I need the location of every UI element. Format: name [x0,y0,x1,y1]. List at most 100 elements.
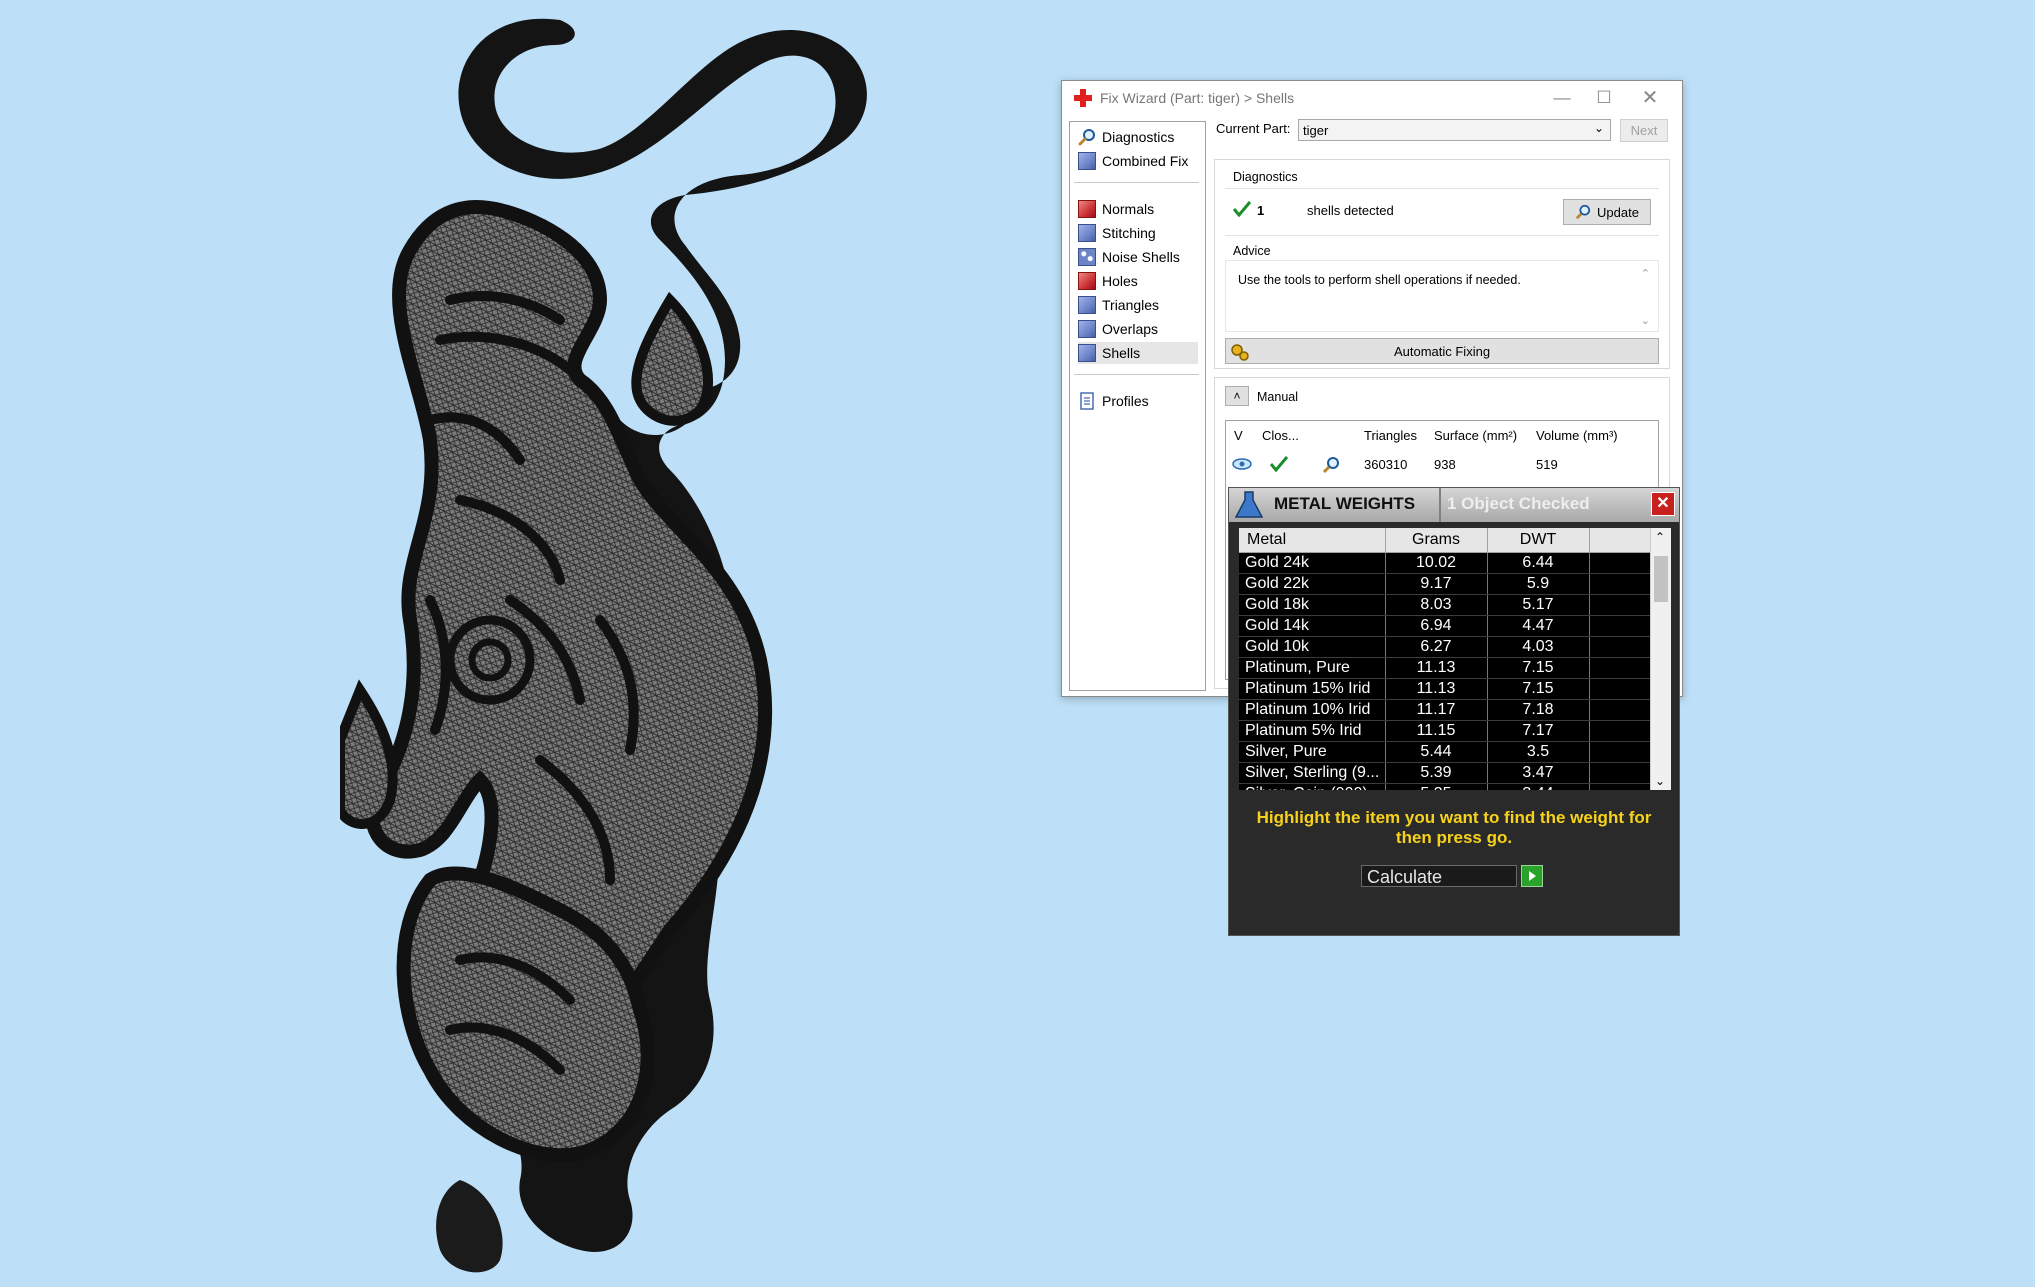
cell-grams: 6.27 [1385,636,1488,658]
sidebar-item-noise-shells[interactable]: Noise Shells [1078,246,1198,268]
cube-icon [1078,152,1096,170]
sidebar-item-combined-fix[interactable]: Combined Fix [1078,150,1198,172]
magnifier-icon[interactable] [1322,456,1340,474]
cell-metal: Silver, Pure [1239,741,1386,763]
cell-metal: Gold 14k [1239,615,1386,637]
cell-grams: 11.13 [1385,678,1488,700]
manual-title: Manual [1257,390,1298,404]
scrollbar-thumb[interactable] [1654,556,1668,602]
stitching-icon [1078,224,1096,242]
column-header-dwt[interactable]: DWT [1487,528,1590,553]
scroll-down-icon[interactable]: ⌄ [1655,774,1665,788]
sidebar-item-profiles[interactable]: Profiles [1078,390,1198,412]
table-row[interactable]: Platinum 10% Irid 11.17 7.18 [1239,699,1652,721]
table-row[interactable]: Platinum 15% Irid 11.13 7.15 [1239,678,1652,700]
close-button[interactable]: ✕ [1630,85,1670,111]
table-row[interactable]: Platinum, Pure 11.13 7.15 [1239,657,1652,679]
table-row[interactable]: Gold 24k 10.02 6.44 [1239,552,1652,574]
profiles-icon [1080,392,1094,410]
sidebar-item-normals[interactable]: Normals [1078,198,1198,220]
minimize-button[interactable]: — [1542,85,1582,111]
gears-icon [1231,344,1249,361]
scroll-up-icon[interactable]: ⌃ [1641,267,1650,280]
cell-empty [1589,762,1652,784]
cell-metal: Gold 10k [1239,636,1386,658]
chevron-down-icon: ⌄ [1593,121,1604,135]
advice-box: Use the tools to perform shell operation… [1225,260,1659,332]
vertical-scrollbar[interactable]: ⌃ ⌄ [1650,528,1671,790]
close-button[interactable]: ✕ [1651,492,1675,516]
cell-grams: 5.35 [1385,783,1488,790]
column-header-grams[interactable]: Grams [1385,528,1488,553]
sidebar-item-stitching[interactable]: Stitching [1078,222,1198,244]
objects-checked-status: 1 Object Checked [1447,494,1590,513]
cell-empty [1589,552,1652,574]
cell-metal: Platinum, Pure [1239,657,1386,679]
cell-metal: Silver, Sterling (9... [1239,762,1386,784]
sidebar-label: Diagnostics [1102,129,1175,145]
diagnostics-message: shells detected [1307,203,1394,218]
grid-header-row: Metal Grams DWT [1239,528,1652,553]
shells-table-header: V Clos... Triangles Surface (mm²) Volume… [1226,421,1658,449]
table-row[interactable]: Silver, Coin (900)5.353.44 [1239,783,1652,790]
cell-dwt: 7.15 [1487,657,1590,679]
table-row[interactable]: 360310 938 519 [1226,451,1658,477]
next-button[interactable]: Next [1620,119,1668,142]
table-row[interactable]: Gold 10k 6.27 4.03 [1239,636,1652,658]
shells-icon [1078,344,1096,362]
cell-empty [1589,699,1652,721]
normals-icon [1078,200,1096,218]
sidebar-label: Holes [1102,273,1138,289]
cell-dwt: 3.5 [1487,741,1590,763]
sidebar-item-holes[interactable]: Holes [1078,270,1198,292]
wizard-sidebar: Diagnostics Combined Fix Normals Stitchi… [1069,121,1206,691]
flask-icon [1234,491,1264,518]
maximize-button[interactable]: ☐ [1584,85,1624,111]
diagnostics-panel: Diagnostics 1 shells detected Update Adv… [1214,159,1670,369]
sidebar-item-triangles[interactable]: Triangles [1078,294,1198,316]
current-part-value: tiger [1303,122,1329,138]
cell-empty [1589,657,1652,679]
cell-empty [1589,783,1652,790]
cell-empty [1589,573,1652,595]
column-header-empty [1589,528,1652,553]
sidebar-label: Profiles [1102,393,1149,409]
table-row[interactable]: Gold 18k 8.03 5.17 [1239,594,1652,616]
sidebar-label: Normals [1102,201,1155,217]
sidebar-divider [1074,374,1199,375]
scroll-down-icon[interactable]: ⌄ [1641,314,1650,327]
sidebar-item-diagnostics[interactable]: Diagnostics [1078,126,1198,148]
automatic-fixing-label: Automatic Fixing [1393,343,1491,359]
cell-dwt: 5.9 [1487,573,1590,595]
tiger-3d-model[interactable] [340,0,980,1287]
automatic-fixing-button[interactable]: Automatic Fixing [1225,338,1659,364]
cell-dwt: 7.18 [1487,699,1590,721]
noise-shells-icon [1078,248,1096,266]
cell-dwt: 3.47 [1487,762,1590,784]
cell-metal: Silver, Coin (900) [1239,783,1386,790]
calculate-field[interactable]: Calculate [1361,865,1517,887]
table-row[interactable]: Platinum 5% Irid 11.15 7.17 [1239,720,1652,742]
go-button[interactable] [1521,865,1543,887]
eye-icon[interactable] [1232,457,1252,471]
column-header-metal[interactable]: Metal [1239,528,1386,553]
sidebar-item-shells[interactable]: Shells [1078,342,1198,364]
sidebar-label: Overlaps [1102,321,1159,337]
scroll-up-icon[interactable]: ⌃ [1655,530,1665,544]
table-row[interactable]: Silver, Pure 5.44 3.5 [1239,741,1652,763]
cell-grams: 8.03 [1385,594,1488,616]
instruction-text: Highlight the item you want to find the … [1256,808,1652,847]
column-header: Volume (mm³) [1536,428,1618,443]
collapse-button[interactable]: ˄ [1225,386,1249,406]
holes-icon [1078,272,1096,290]
table-row[interactable]: Gold 22k 9.17 5.9 [1239,573,1652,595]
title-bar: Fix Wizard (Part: tiger) > Shells — ☐ ✕ [1062,81,1682,115]
play-icon [1529,871,1536,881]
update-button[interactable]: Update [1563,199,1651,225]
table-row[interactable]: Silver, Sterling (9... 5.39 3.47 [1239,762,1652,784]
column-header: Triangles [1364,428,1417,443]
current-part-select[interactable]: tiger ⌄ [1298,119,1611,141]
sidebar-item-overlaps[interactable]: Overlaps [1078,318,1198,340]
volume-value: 519 [1536,457,1558,472]
table-row[interactable]: Gold 14k 6.94 4.47 [1239,615,1652,637]
